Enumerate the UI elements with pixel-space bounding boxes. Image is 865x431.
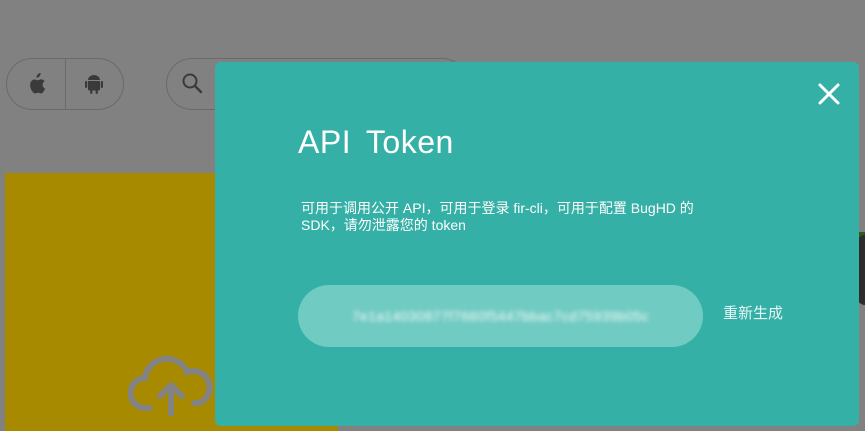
android-icon — [85, 75, 104, 94]
modal-description: 可用于调用公开 API，可用于登录 fir-cli，可用于配置 BugHD 的 … — [301, 200, 694, 233]
modal-title: API Token — [298, 124, 454, 160]
token-value: 7e1a14030877f7660f5447bbac7cd75939b05c — [351, 308, 650, 324]
android-platform-button[interactable] — [64, 59, 124, 109]
ios-platform-button[interactable] — [7, 59, 65, 109]
close-button[interactable] — [815, 80, 843, 108]
platform-toggle — [6, 58, 124, 110]
regenerate-token-link[interactable]: 重新生成 — [723, 302, 783, 323]
search-icon — [182, 73, 203, 94]
api-token-modal: API Token 可用于调用公开 API，可用于登录 fir-cli，可用于配… — [215, 62, 859, 426]
apple-icon — [29, 73, 45, 94]
token-field[interactable]: 7e1a14030877f7660f5447bbac7cd75939b05c — [298, 285, 703, 347]
close-icon — [818, 83, 840, 105]
cloud-upload-icon — [128, 355, 213, 416]
